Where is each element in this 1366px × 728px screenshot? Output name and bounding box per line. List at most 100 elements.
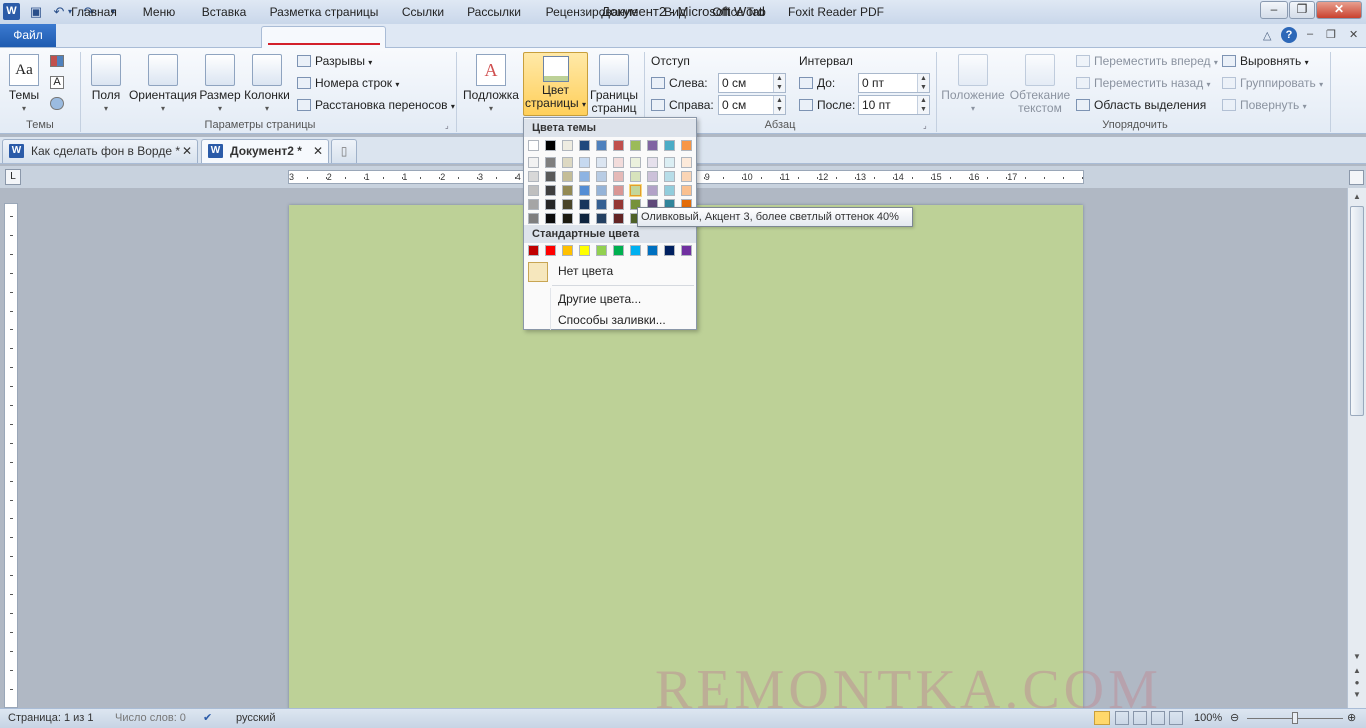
theme-shade-swatch[interactable] — [579, 171, 590, 182]
doc-minimize-icon[interactable]: – — [1307, 28, 1313, 40]
standard-color-swatch[interactable] — [562, 245, 573, 256]
spinner-arrows-icon[interactable]: ▲ ▼ — [773, 96, 785, 114]
standard-color-swatch[interactable] — [647, 245, 658, 256]
vertical-ruler[interactable] — [4, 203, 18, 708]
themes-button[interactable]: Aa Темы ▾ — [6, 52, 42, 116]
doc-close-icon[interactable]: ✕ — [1349, 28, 1358, 41]
theme-shade-swatch[interactable] — [681, 171, 692, 182]
margins-button[interactable]: Поля ▾ — [88, 52, 124, 116]
theme-shade-swatch[interactable] — [630, 171, 641, 182]
standard-color-swatch[interactable] — [664, 245, 675, 256]
theme-shade-swatch[interactable] — [664, 185, 675, 196]
theme-shade-swatch[interactable] — [528, 185, 539, 196]
spacing-after-field[interactable]: 10 пт ▲ ▼ — [858, 95, 930, 115]
bring-forward-button[interactable]: Переместить вперед ▾ — [1076, 52, 1218, 70]
scroll-up-icon[interactable]: ▲ — [1350, 190, 1364, 204]
theme-shade-swatch[interactable] — [562, 157, 573, 168]
theme-shade-swatch[interactable] — [596, 157, 607, 168]
theme-color-swatch[interactable] — [596, 140, 607, 151]
zoom-out-icon[interactable]: ⊖ — [1230, 709, 1239, 728]
zoom-slider-thumb[interactable] — [1292, 712, 1298, 724]
theme-shade-swatch[interactable] — [596, 185, 607, 196]
theme-shade-swatch[interactable] — [596, 213, 607, 224]
web-layout-icon[interactable] — [1133, 711, 1147, 725]
browse-object-icon[interactable]: ● — [1350, 678, 1364, 690]
standard-color-swatch[interactable] — [613, 245, 624, 256]
doc-tab-document2[interactable]: W Документ2 * ✕ — [201, 139, 329, 163]
theme-shade-swatch[interactable] — [596, 171, 607, 182]
theme-color-swatch[interactable] — [545, 140, 556, 151]
theme-effects-icon[interactable] — [50, 97, 64, 110]
page-borders-button[interactable]: Границы страниц — [588, 52, 640, 116]
line-numbers-button[interactable]: Номера строк ▾ — [297, 74, 399, 92]
close-icon[interactable]: ✕ — [182, 140, 192, 162]
theme-shade-swatch[interactable] — [613, 199, 624, 210]
theme-shade-swatch[interactable] — [664, 157, 675, 168]
indent-left-field[interactable]: 0 см ▲ ▼ — [718, 73, 786, 93]
align-button[interactable]: Выровнять ▾ — [1222, 52, 1309, 70]
theme-color-swatch[interactable] — [613, 140, 624, 151]
tab-menu[interactable]: Меню — [134, 3, 184, 24]
theme-shade-swatch[interactable] — [681, 185, 692, 196]
rotate-button[interactable]: Повернуть ▾ — [1222, 96, 1307, 114]
theme-shade-swatch[interactable] — [681, 157, 692, 168]
standard-color-swatch[interactable] — [681, 245, 692, 256]
indent-right-field[interactable]: 0 см ▲ ▼ — [718, 95, 786, 115]
selection-pane-button[interactable]: Область выделения — [1076, 96, 1206, 114]
tab-mailings[interactable]: Рассылки — [460, 3, 528, 24]
tab-page-layout[interactable]: Разметка страницы — [264, 3, 384, 24]
theme-shade-swatch[interactable] — [647, 157, 658, 168]
no-color-item[interactable]: Нет цвета — [526, 261, 694, 283]
theme-shade-swatch[interactable] — [562, 213, 573, 224]
theme-shade-swatch[interactable] — [562, 199, 573, 210]
theme-shade-swatch[interactable] — [596, 199, 607, 210]
theme-shade-swatch[interactable] — [664, 171, 675, 182]
standard-color-swatch[interactable] — [596, 245, 607, 256]
zoom-level[interactable]: 100% — [1194, 709, 1222, 728]
theme-shade-swatch[interactable] — [613, 157, 624, 168]
theme-color-swatch[interactable] — [579, 140, 590, 151]
tab-home[interactable]: Главная — [64, 3, 124, 24]
theme-shade-swatch[interactable] — [579, 199, 590, 210]
theme-shade-swatch[interactable] — [613, 185, 624, 196]
theme-shade-swatch[interactable] — [630, 157, 641, 168]
close-button[interactable]: ✕ — [1316, 1, 1362, 19]
theme-shade-swatch[interactable] — [545, 213, 556, 224]
draft-icon[interactable] — [1169, 711, 1183, 725]
standard-color-swatch[interactable] — [579, 245, 590, 256]
fill-effects-item[interactable]: Способы заливки... — [558, 311, 694, 329]
minimize-button[interactable]: – — [1260, 1, 1288, 19]
theme-shade-swatch[interactable] — [613, 171, 624, 182]
tab-file[interactable]: Файл — [0, 24, 56, 47]
scroll-down-icon[interactable]: ▼ — [1350, 650, 1364, 664]
theme-color-swatch[interactable] — [681, 140, 692, 151]
theme-color-swatch[interactable] — [664, 140, 675, 151]
theme-shade-swatch[interactable] — [528, 213, 539, 224]
send-backward-button[interactable]: Переместить назад ▾ — [1076, 74, 1211, 92]
language[interactable]: русский — [236, 709, 275, 728]
dialog-launcher-icon[interactable]: ⌟ — [445, 121, 449, 130]
more-colors-item[interactable]: Другие цвета... — [558, 290, 694, 308]
tab-references[interactable]: Ссылки — [394, 3, 452, 24]
theme-color-swatch[interactable] — [562, 140, 573, 151]
next-page-icon[interactable]: ▼ — [1350, 690, 1364, 702]
theme-color-swatch[interactable] — [630, 140, 641, 151]
theme-fonts-icon[interactable]: A — [50, 76, 64, 89]
wrap-text-button[interactable]: Обтекание текстом — [1008, 52, 1072, 116]
dialog-launcher-icon[interactable]: ⌟ — [923, 121, 927, 130]
print-layout-icon[interactable] — [1094, 711, 1110, 725]
view-ruler-icon[interactable] — [1349, 170, 1364, 185]
theme-shade-swatch[interactable] — [579, 185, 590, 196]
theme-shade-swatch[interactable] — [545, 171, 556, 182]
tab-foxit-reader[interactable]: Foxit Reader PDF — [784, 3, 888, 24]
standard-color-swatch[interactable] — [545, 245, 556, 256]
full-screen-reading-icon[interactable] — [1115, 711, 1129, 725]
size-button[interactable]: Размер ▾ — [199, 52, 241, 116]
theme-shade-swatch[interactable] — [647, 185, 658, 196]
vertical-scrollbar[interactable]: ▲ ▼ ▲ ● ▼ — [1347, 188, 1366, 708]
theme-shade-swatch[interactable] — [579, 213, 590, 224]
position-button[interactable]: Положение ▾ — [940, 52, 1006, 116]
prev-page-icon[interactable]: ▲ — [1350, 666, 1364, 678]
theme-colors-icon[interactable] — [50, 55, 64, 67]
restore-button[interactable]: ❐ — [1289, 1, 1315, 19]
